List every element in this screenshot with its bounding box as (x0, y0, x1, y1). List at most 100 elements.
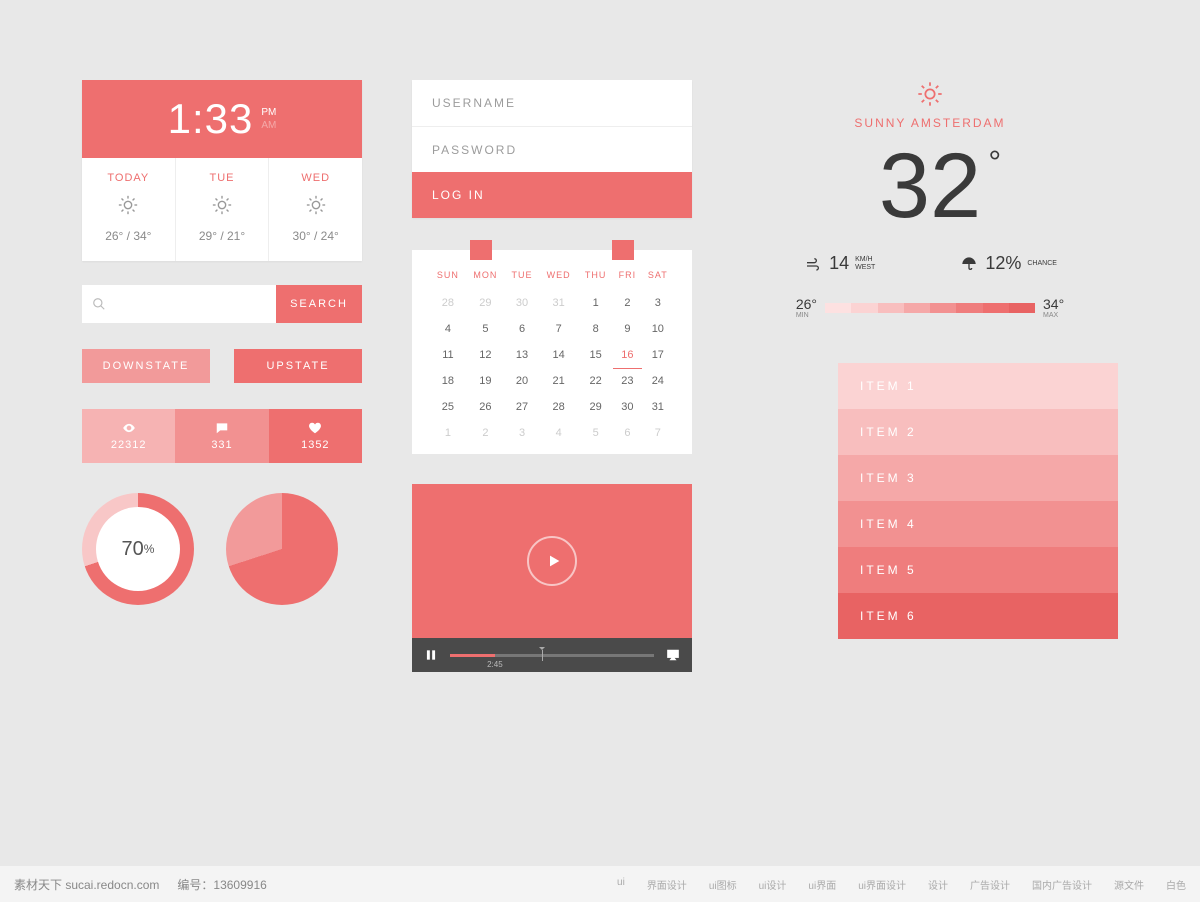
cal-day[interactable]: 26 (466, 394, 505, 420)
list-item[interactable]: ITEM 5 (838, 547, 1118, 593)
downstate-button[interactable]: DOWNSTATE (82, 349, 210, 383)
cal-day[interactable]: 29 (578, 394, 613, 420)
footer-site[interactable]: 素材天下 sucai.redocn.com (14, 876, 159, 893)
stat-likes[interactable]: 1352 (269, 409, 362, 463)
cal-day[interactable]: 30 (505, 290, 539, 316)
cal-day[interactable]: 18 (430, 368, 466, 394)
footer-tag[interactable]: ui界面设计 (858, 877, 906, 892)
cal-day[interactable]: 27 (505, 394, 539, 420)
cal-day[interactable]: 5 (578, 420, 613, 446)
airplay-icon[interactable] (666, 648, 680, 662)
elapsed-time: 2:45 (487, 660, 503, 669)
list-item[interactable]: ITEM 3 (838, 455, 1118, 501)
search-input[interactable] (82, 285, 276, 323)
footer-tag[interactable]: 广告设计 (970, 877, 1010, 892)
cal-day[interactable]: 23 (613, 368, 641, 394)
cal-day[interactable]: 13 (505, 342, 539, 368)
cal-day[interactable]: 4 (430, 316, 466, 342)
cal-day[interactable]: 2 (466, 420, 505, 446)
forecast-cell[interactable]: WED30° / 24° (268, 158, 362, 261)
footer-tag[interactable]: ui设计 (759, 877, 787, 892)
cal-day[interactable]: 21 (539, 368, 578, 394)
cal-day[interactable]: 3 (642, 290, 674, 316)
cal-day[interactable]: 3 (505, 420, 539, 446)
cal-day[interactable]: 9 (613, 316, 641, 342)
cal-day[interactable]: 6 (613, 420, 641, 446)
cal-day[interactable]: 28 (430, 290, 466, 316)
cal-day[interactable]: 28 (539, 394, 578, 420)
cal-header: TUE (505, 270, 539, 290)
cal-day[interactable]: 1 (430, 420, 466, 446)
cal-day[interactable]: 31 (642, 394, 674, 420)
footer-tag[interactable]: 白色 (1166, 877, 1186, 892)
cal-day[interactable]: 10 (642, 316, 674, 342)
cal-day[interactable]: 14 (539, 342, 578, 368)
cal-day[interactable]: 1 (578, 290, 613, 316)
clock-ampm[interactable]: PM AM (261, 107, 276, 131)
wind-icon (803, 256, 823, 272)
forecast-cell[interactable]: TUE29° / 21° (175, 158, 269, 261)
cal-day[interactable]: 5 (466, 316, 505, 342)
cal-day[interactable]: 7 (642, 420, 674, 446)
player-screen[interactable] (412, 484, 692, 638)
forecast-cell[interactable]: TODAY26° / 34° (82, 158, 175, 261)
progress-bar[interactable]: 2:45 (450, 654, 654, 657)
sun-icon (305, 203, 327, 220)
cal-day[interactable]: 25 (430, 394, 466, 420)
footer-tag[interactable]: 国内广告设计 (1032, 877, 1092, 892)
search-button[interactable]: SEARCH (276, 285, 362, 323)
search-icon (92, 297, 106, 311)
cal-day[interactable]: 8 (578, 316, 613, 342)
cal-day[interactable]: 11 (430, 342, 466, 368)
footer-tag[interactable]: ui界面 (808, 877, 836, 892)
footer-tag[interactable]: ui (617, 877, 625, 892)
cal-day[interactable]: 12 (466, 342, 505, 368)
footer-tag[interactable]: ui图标 (709, 877, 737, 892)
cal-day[interactable]: 2 (613, 290, 641, 316)
footer-tag[interactable]: 源文件 (1114, 877, 1144, 892)
clock-weather-card: 1:33 PM AM TODAY26° / 34°TUE29° / 21°WED… (82, 80, 362, 261)
umbrella-icon (959, 256, 979, 272)
cal-header: MON (466, 270, 505, 290)
cal-day[interactable]: 20 (505, 368, 539, 394)
stat-comments[interactable]: 331 (175, 409, 268, 463)
cal-day[interactable]: 4 (539, 420, 578, 446)
calendar-card: SUNMONTUEWEDTHUFRISAT 282930311234567891… (412, 250, 692, 454)
weather-panel: SUNNY AMSTERDAM 32° 14 KM/HWEST 12% CHAN… (742, 80, 1118, 319)
list-item[interactable]: ITEM 2 (838, 409, 1118, 455)
cal-day[interactable]: 17 (642, 342, 674, 368)
play-icon (546, 553, 562, 569)
cal-day[interactable]: 30 (613, 394, 641, 420)
gradient-step (983, 303, 1009, 313)
search-row: SEARCH (82, 285, 362, 323)
cal-header: SUN (430, 270, 466, 290)
degree-symbol: ° (988, 144, 1001, 181)
stat-views[interactable]: 22312 (82, 409, 175, 463)
rain-value: 12% (985, 253, 1021, 274)
pause-icon[interactable] (424, 648, 438, 662)
cal-day[interactable]: 24 (642, 368, 674, 394)
cal-day[interactable]: 7 (539, 316, 578, 342)
gradient-step (956, 303, 982, 313)
cal-day[interactable]: 19 (466, 368, 505, 394)
cal-day[interactable]: 15 (578, 342, 613, 368)
list-item[interactable]: ITEM 6 (838, 593, 1118, 639)
ampm-am[interactable]: AM (261, 120, 276, 131)
cal-day[interactable]: 31 (539, 290, 578, 316)
footer-tag[interactable]: 设计 (928, 877, 948, 892)
password-field[interactable]: PASSWORD (412, 126, 692, 172)
list-item[interactable]: ITEM 1 (838, 363, 1118, 409)
upstate-button[interactable]: UPSTATE (234, 349, 362, 383)
cal-day[interactable]: 22 (578, 368, 613, 394)
username-field[interactable]: USERNAME (412, 80, 692, 126)
ampm-pm[interactable]: PM (261, 107, 276, 118)
login-button[interactable]: LOG IN (412, 172, 692, 218)
footer-tag[interactable]: 界面设计 (647, 877, 687, 892)
cal-day[interactable]: 16 (613, 342, 641, 368)
pie-chart (226, 493, 338, 605)
wind-unit: KM/H (855, 256, 873, 263)
cal-day[interactable]: 29 (466, 290, 505, 316)
play-button[interactable] (527, 536, 577, 586)
list-item[interactable]: ITEM 4 (838, 501, 1118, 547)
cal-day[interactable]: 6 (505, 316, 539, 342)
